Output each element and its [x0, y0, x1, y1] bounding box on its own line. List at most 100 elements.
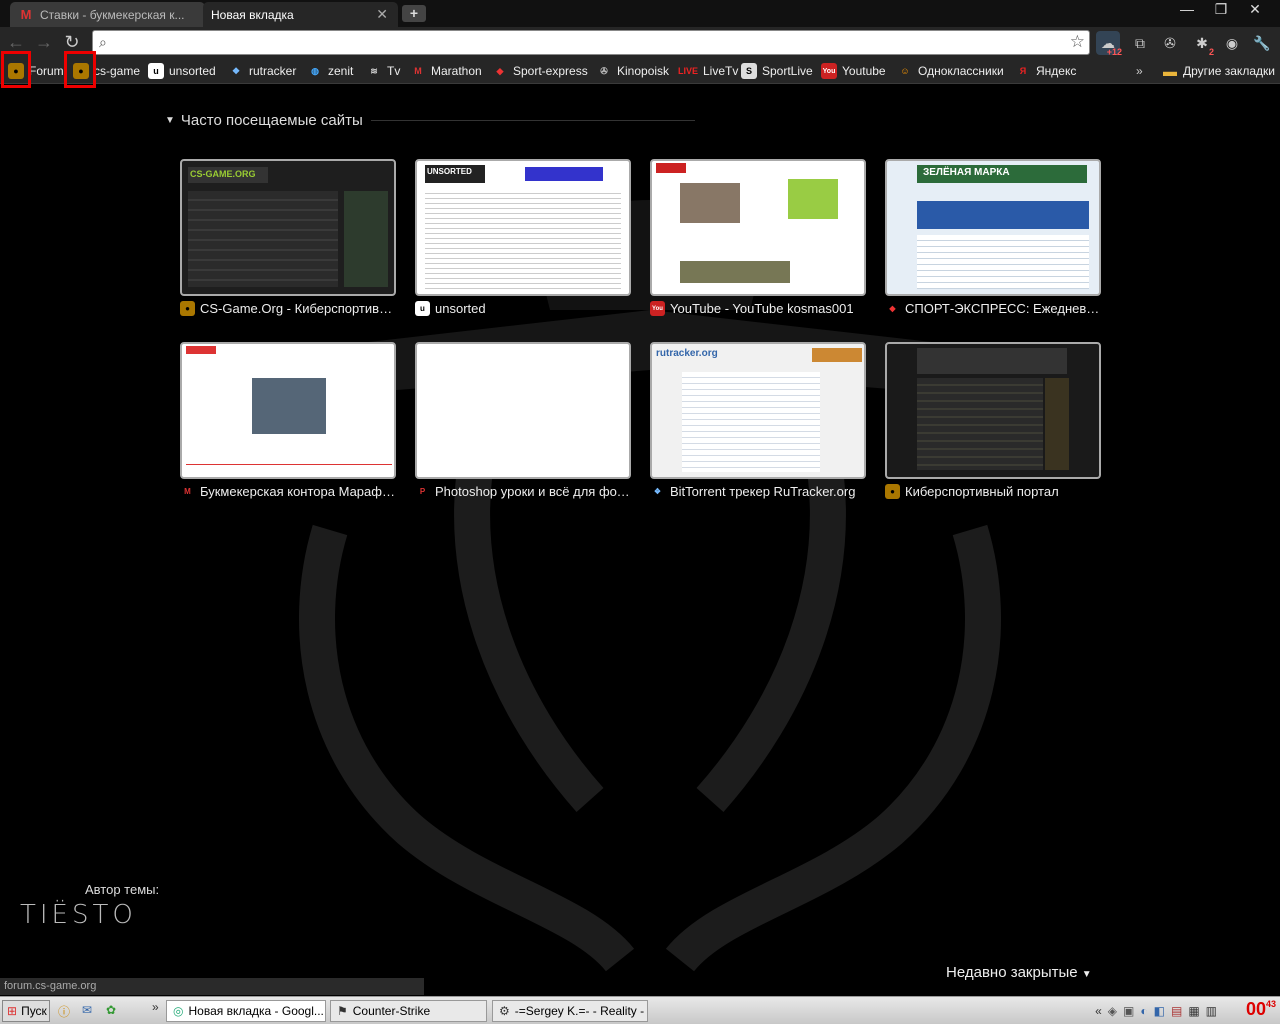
rutracker-icon: ❖	[653, 487, 662, 496]
most-visited-tile[interactable]: PPhotoshop уроки и всё для фотошопа	[415, 342, 631, 499]
tray-app-icon[interactable]: ▣	[1123, 1004, 1134, 1018]
most-visited-tile[interactable]: UNSORTED u unsorted	[415, 159, 631, 316]
tile-thumbnail[interactable]	[650, 159, 866, 296]
clock[interactable]: 0043	[1246, 999, 1276, 1020]
marathon-icon: M	[414, 66, 422, 76]
tile-thumbnail[interactable]	[885, 342, 1101, 479]
highlight-box	[1, 51, 31, 88]
most-visited-tile[interactable]: You YouTube - YouTube kosmas001	[650, 159, 866, 316]
other-bookmarks-button[interactable]: ▬ Другие закладки	[1162, 62, 1275, 80]
tray-expand-icon[interactable]: «	[1095, 1004, 1102, 1018]
thumbnail-divider	[186, 464, 392, 465]
minimize-button[interactable]: —	[1170, 0, 1204, 18]
folder-icon: ▬	[1163, 63, 1177, 79]
tile-thumbnail[interactable]: ЗЕЛЁНАЯ МАРКА	[885, 159, 1101, 296]
tab-title: Новая вкладка	[211, 7, 294, 22]
counter-strike-icon: ⚑	[337, 1004, 348, 1018]
tile-thumbnail[interactable]	[180, 342, 396, 479]
bookmark-unsorted[interactable]: u unsorted	[148, 62, 216, 80]
address-input[interactable]	[121, 34, 1061, 52]
bookmark-marathon[interactable]: M Marathon	[410, 62, 481, 80]
unsorted-icon: u	[415, 301, 430, 316]
film-reel-icon[interactable]: ✇	[1158, 31, 1182, 55]
wrench-icon[interactable]: 🔧	[1250, 31, 1274, 55]
thumbnail-content	[425, 189, 621, 289]
screenshot-extension-icon[interactable]: ⧉	[1128, 31, 1152, 55]
tile-thumbnail[interactable]	[415, 342, 631, 479]
info-icon[interactable]: ⓘ	[58, 1003, 70, 1020]
bookmark-odnoklassniki[interactable]: ☺ Одноклассники	[897, 62, 1003, 80]
marathon-icon: M	[20, 7, 32, 22]
tray-app-icon[interactable]: ◐	[1140, 1004, 1147, 1018]
weather-extension-icon[interactable]: +12 ☁	[1096, 31, 1122, 57]
heading-divider	[370, 119, 695, 121]
bookmark-zenit[interactable]: ◍ zenit	[307, 62, 353, 80]
tile-label[interactable]: ● Киберспортивный портал	[885, 484, 1101, 499]
tray-app-icon[interactable]: ◧	[1154, 1004, 1165, 1018]
tile-label[interactable]: ❖ BitTorrent трекер RuTracker.org	[650, 484, 866, 499]
puzzle-extension-icon[interactable]: ✱ 2	[1190, 31, 1214, 58]
tile-label[interactable]: ◆СПОРТ-ЭКСПРЕСС: Ежедневная спортивная г…	[885, 301, 1101, 316]
taskbar-steam-chat[interactable]: ⚙ -=Sergey K.=- - Reality - ...	[492, 1000, 648, 1022]
triangle-down-icon: ▼	[165, 114, 175, 126]
maximize-button[interactable]: ❐	[1204, 0, 1238, 18]
rutracker-icon: ❖	[231, 65, 241, 76]
most-visited-tile[interactable]: M Букмекерская контора Марафон	[180, 342, 396, 499]
extension-badge: 2	[1208, 47, 1214, 57]
bookmark-star-icon[interactable]: ☆	[1070, 32, 1085, 52]
bookmarks-overflow-button[interactable]: »	[1136, 62, 1143, 80]
bookmark-yandex[interactable]: Я Яндекс	[1015, 62, 1077, 80]
taskbar-counter-strike[interactable]: ⚑ Counter-Strike	[330, 1000, 487, 1022]
tile-thumbnail[interactable]: rutracker.org	[650, 342, 866, 479]
tray-app-icon[interactable]: ◈	[1108, 1004, 1117, 1018]
close-window-button[interactable]: ✕	[1238, 0, 1272, 18]
bookmark-kinopoisk[interactable]: ✇ Kinopoisk	[596, 62, 669, 80]
bookmark-livetv[interactable]: LIVE LiveTv	[678, 62, 738, 80]
tile-label[interactable]: M Букмекерская контора Марафон	[180, 484, 396, 499]
color-wheel-icon[interactable]: ◉	[1220, 31, 1244, 55]
sport-express-icon: ◆	[889, 304, 896, 313]
tile-thumbnail[interactable]: UNSORTED	[415, 159, 631, 296]
bookmark-rutracker[interactable]: ❖ rutracker	[228, 62, 296, 80]
most-visited-heading[interactable]: ▼ Часто посещаемые сайты	[165, 110, 695, 130]
back-arrow-icon[interactable]: ←	[6, 33, 26, 53]
tray-app-icon[interactable]: ▦	[1188, 1004, 1199, 1018]
new-tab-button[interactable]: +	[402, 5, 426, 22]
most-visited-tile[interactable]: ● Киберспортивный портал	[885, 342, 1101, 499]
tray-app-icon[interactable]: ▥	[1206, 1004, 1217, 1018]
bookmark-sport-express[interactable]: ◆ Sport-express	[492, 62, 588, 80]
marathon-icon: M	[184, 487, 191, 496]
most-visited-tile[interactable]: CS-GAME.ORG ● CS-Game.Org - Киберспортивн…	[180, 159, 396, 316]
most-visited-tile[interactable]: ЗЕЛЁНАЯ МАРКА ◆ СПОРТ-ЭКСПРЕСС: Ежедневна…	[885, 159, 1101, 316]
email-icon[interactable]: ✉	[82, 1003, 92, 1017]
bookmark-sportlive[interactable]: S SportLive	[741, 62, 813, 80]
tile-label[interactable]: u unsorted	[415, 301, 631, 316]
recently-closed-menu[interactable]: Недавно закрытые ▼	[946, 964, 1092, 981]
bookmark-tv[interactable]: ≋ Tv	[366, 62, 400, 80]
forward-arrow-icon[interactable]: →	[34, 33, 54, 53]
quick-launch-overflow-icon[interactable]: »	[152, 1000, 159, 1014]
tile-label[interactable]: ●CS-Game.Org - Киберспортивный портал	[180, 301, 396, 316]
theme-author-label: Автор темы:	[85, 882, 160, 897]
chrome-icon: ◎	[173, 1004, 184, 1018]
bookmark-youtube[interactable]: You Youtube	[821, 62, 886, 80]
omnibox[interactable]: ⌕ ☆	[92, 30, 1090, 55]
taskbar-chrome[interactable]: ◎ Новая вкладка - Googl...	[166, 1000, 326, 1022]
thumbnail-row	[680, 261, 790, 283]
tab-marathon[interactable]: M Ставки - букмекерская к...	[10, 2, 205, 27]
close-tab-icon[interactable]: ✕	[376, 6, 388, 23]
tab-new-tab[interactable]: Новая вкладка ✕	[203, 2, 398, 27]
tile-label[interactable]: PPhotoshop уроки и всё для фотошопа	[415, 484, 631, 499]
theme-author-logo[interactable]: TIЁSTO	[20, 900, 137, 930]
most-visited-tile[interactable]: rutracker.org ❖ BitTorrent трекер RuTrack…	[650, 342, 866, 499]
reload-icon[interactable]: ↻	[62, 33, 82, 53]
steam-icon: ⚙	[499, 1004, 510, 1018]
tile-label[interactable]: You YouTube - YouTube kosmas001	[650, 301, 866, 316]
icq-icon[interactable]: ✿	[106, 1003, 116, 1017]
start-button[interactable]: ⊞ Пуск	[2, 1000, 50, 1022]
toolbar: ← → ↻ ⌕ ☆ +12 ☁ ⧉ ✇ ✱ 2 ◉ 🔧	[0, 27, 1280, 58]
taskbar: ⊞ Пуск ⓘ ✉ ✿ » ◎ Новая вкладка - Googl..…	[0, 996, 1280, 1024]
tile-thumbnail[interactable]: CS-GAME.ORG	[180, 159, 396, 296]
thumbnail-content	[917, 235, 1089, 289]
language-flag-icon[interactable]: ▤	[1171, 1004, 1182, 1018]
